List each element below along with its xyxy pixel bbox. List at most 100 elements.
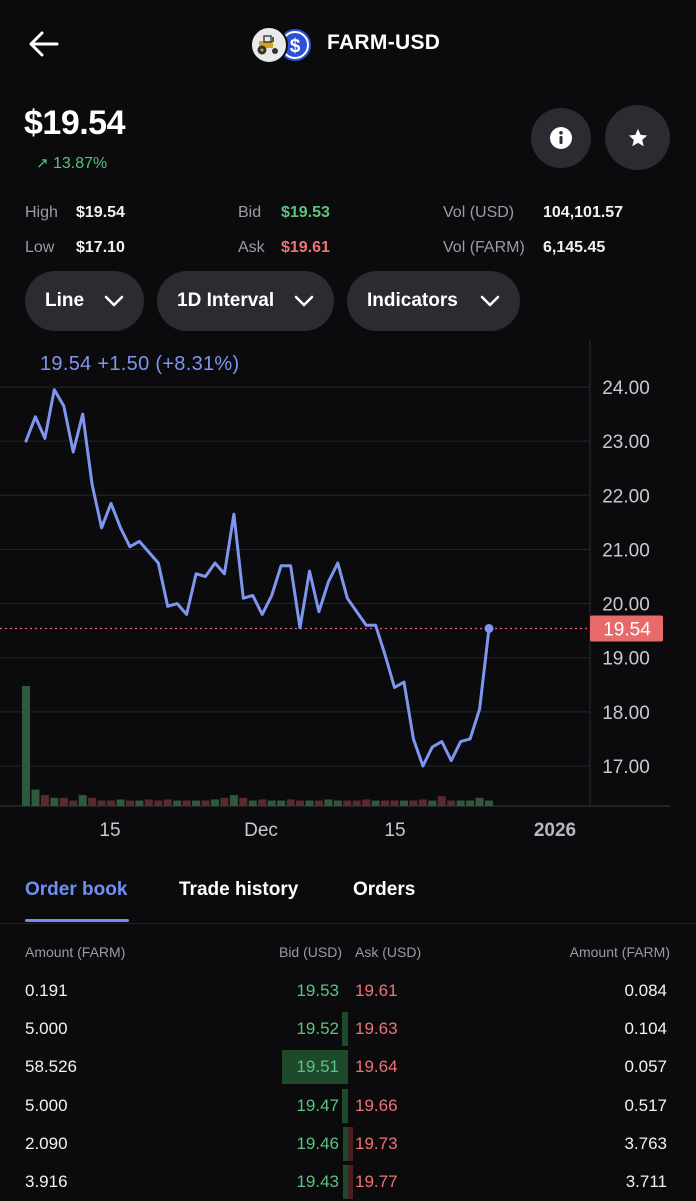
interval-label: 1D Interval [177,290,275,311]
orderbook-tabs: Order book Trade history Orders [0,865,696,924]
chevron-down-icon [294,295,314,307]
tab-order-book[interactable]: Order book [25,879,127,901]
bid-price: 19.53 [296,981,339,1000]
favorite-button[interactable] [605,105,670,170]
volume-bar [485,800,493,806]
tab-orders[interactable]: Orders [353,879,415,901]
volume-bar [381,800,390,806]
pair-logo: $ [250,25,316,65]
volume-bar [22,686,30,806]
ask-depth-bar [348,1126,353,1161]
volume-bar [409,800,418,806]
price-change: ↗ 13.87% [36,155,108,173]
ask-label: Ask [238,239,265,256]
bid-value: $19.53 [281,204,330,221]
volume-bar [144,799,153,806]
volume-bar [447,800,456,806]
high-value: $19.54 [76,204,125,221]
volume-bar [248,800,257,806]
volume-bar [135,800,144,806]
ask-amount: 0.104 [624,1019,667,1039]
back-button[interactable] [26,26,62,62]
volume-bar [258,799,267,806]
indicators-dropdown[interactable]: Indicators [347,271,520,331]
y-tick-label: 19.00 [602,649,650,670]
orderbook-row[interactable]: 5.000 19.52 19.63 0.104 [0,1010,696,1048]
orderbook-row[interactable]: 2.090 19.46 19.73 3.763 [0,1125,696,1163]
y-tick-label: 23.00 [602,432,650,453]
ask-amount: 3.763 [624,1133,667,1153]
active-tab-indicator [25,919,129,922]
volume-bar [210,799,219,806]
x-tick-label: 15 [99,820,120,841]
indicators-label: Indicators [367,290,458,311]
header-bid: Bid (USD) [278,944,342,960]
chart-type-dropdown[interactable]: Line [25,271,144,331]
price-line [24,388,491,768]
volume-bar [267,800,276,806]
vol-farm-label: Vol (FARM) [443,239,525,256]
tab-trade-history[interactable]: Trade history [179,879,298,901]
svg-text:$: $ [290,36,301,57]
bid-label: Bid [238,204,262,221]
y-tick-label: 20.00 [602,595,650,616]
ask-amount: 0.517 [624,1095,667,1115]
volume-bar [59,797,68,806]
low-value: $17.10 [76,239,125,256]
arrow-left-icon [29,31,59,57]
top-bar: $ FARM-USD [0,0,696,90]
bid-amount: 5.000 [25,1019,68,1039]
volume-bar [371,800,380,806]
bid-price: 19.47 [296,1095,339,1115]
ask-price: 19.63 [355,1019,398,1039]
price-chart[interactable]: 24.00 23.00 22.00 21.00 20.00 19.00 18.00 17.00… [0,340,696,850]
star-icon [628,128,647,146]
orderbook-row[interactable]: 5.000 19.47 19.66 0.517 [0,1087,696,1125]
volume-bar [296,800,305,806]
bid-amount: 0.191 [25,981,68,1000]
bid-price: 19.43 [296,1172,339,1191]
volume-bar [456,800,465,806]
current-price-tag-label: 19.54 [603,619,651,640]
price-change-value: 13.87% [53,155,108,172]
y-tick-label: 18.00 [602,703,650,724]
vol-usd-label: Vol (USD) [443,204,515,221]
volume-bar [239,797,248,806]
volume-bar [50,797,59,806]
x-tick-label: 2026 [534,820,576,841]
ask-depth-bar [348,1165,353,1199]
volume-bar [428,800,437,806]
orderbook-row[interactable]: 0.191 19.53 19.61 0.084 [0,972,696,1010]
volume-bar [362,799,371,806]
y-tick-label: 24.00 [602,378,650,399]
pair-title: FARM-USD [327,31,441,54]
orderbook-row[interactable]: 58.526 19.51 19.64 0.057 [0,1048,696,1086]
bid-price: 19.52 [296,1019,339,1039]
volume-bar [437,796,446,806]
bid-amount: 5.000 [25,1095,68,1115]
volume-bar [475,797,484,806]
info-button[interactable] [531,108,591,168]
vol-farm-value: 6,145.45 [543,239,606,256]
volume-bar [116,799,125,806]
volume-bar [229,795,238,806]
volume-bar [399,800,408,806]
bid-amount: 2.090 [25,1133,68,1153]
header-amount-right: Amount (FARM) [569,944,670,960]
interval-dropdown[interactable]: 1D Interval [157,271,334,331]
current-price: $19.54 [24,104,126,142]
volume-bar [88,797,97,806]
volume-bar [40,795,49,806]
orderbook-row[interactable]: 3.916 19.43 19.77 3.711 [0,1163,696,1201]
y-tick-label: 22.00 [602,486,650,507]
ask-price: 19.61 [355,981,398,1000]
volume-bar [305,800,314,806]
volume-bar [69,800,78,806]
ask-amount: 0.057 [624,1057,667,1077]
x-tick-label: Dec [244,820,278,841]
volume-bar [78,795,87,806]
volume-bar [163,799,172,806]
chevron-down-icon [480,295,500,307]
y-tick-label: 21.00 [602,540,650,561]
y-tick-label: 17.00 [602,757,650,778]
